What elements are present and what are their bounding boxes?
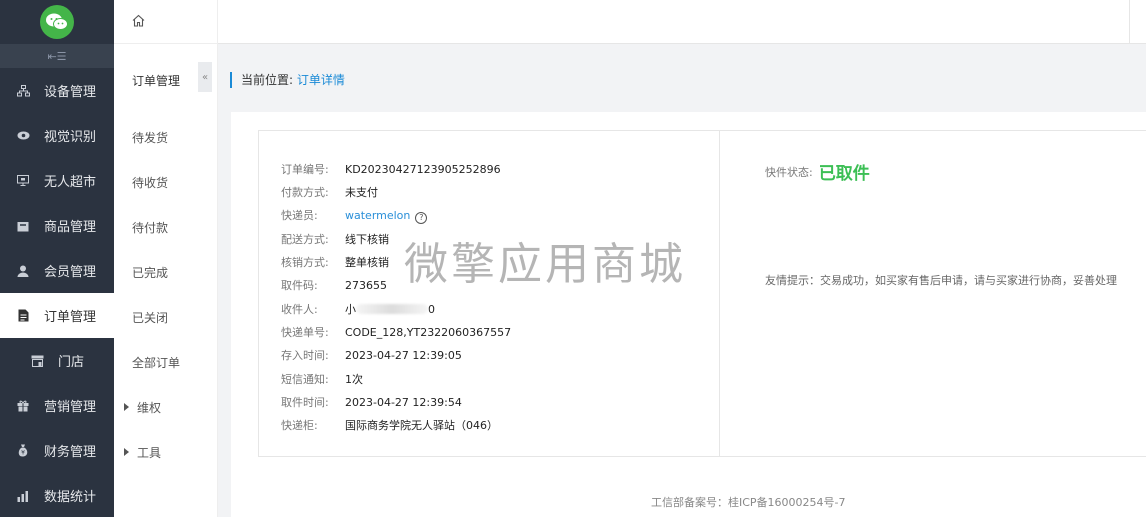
submenu-collapse-button[interactable]: « <box>198 62 212 92</box>
sidebar-item-label: 营销管理 <box>44 400 97 415</box>
sidebar-item-statistics[interactable]: 数据统计 <box>0 473 114 517</box>
panel-divider <box>719 131 720 456</box>
bar-chart-icon <box>16 489 30 503</box>
submenu-item-pending-receipt[interactable]: 待收货 <box>132 174 168 191</box>
submenu-item-closed[interactable]: 已关闭 <box>132 309 168 326</box>
home-button[interactable] <box>114 0 217 44</box>
courier-link[interactable]: watermelon <box>345 209 410 222</box>
field-verification-method: 核销方式: 整单核销 <box>281 256 389 269</box>
field-sms-notification: 短信通知: 1次 <box>281 373 363 386</box>
status-label: 快件状态: <box>765 165 813 179</box>
home-icon <box>132 14 145 30</box>
sidebar: ⇤☰ 设备管理 视觉识别 无人超市 商品管理 会员管理 订单管理 门店 营销管理… <box>0 0 114 517</box>
field-courier: 快递员: watermelon? <box>281 208 428 224</box>
sidebar-item-label: 商品管理 <box>44 220 97 235</box>
sidebar-item-members[interactable]: 会员管理 <box>0 248 114 293</box>
sidebar-item-label: 订单管理 <box>44 310 97 325</box>
breadcrumb-prefix: 当前位置: <box>241 73 294 87</box>
sidebar-item-orders[interactable]: 订单管理 <box>0 293 114 338</box>
redacted-text <box>356 304 428 314</box>
submenu-item-pending-payment[interactable]: 待付款 <box>132 219 168 236</box>
sidebar-item-device[interactable]: 设备管理 <box>0 68 114 113</box>
sidebar-item-store[interactable]: 门店 <box>0 338 114 383</box>
question-icon[interactable]: ? <box>415 212 428 224</box>
caret-right-icon <box>124 448 129 456</box>
caret-right-icon <box>124 403 129 411</box>
submenu-group-rights[interactable]: 维权 <box>124 399 161 416</box>
sidebar-item-label: 门店 <box>58 355 85 370</box>
submenu-item-pending-shipment[interactable]: 待发货 <box>132 129 168 146</box>
field-pickup-time: 取件时间: 2023-04-27 12:39:54 <box>281 396 462 409</box>
sidebar-item-finance[interactable]: ¥ 财务管理 <box>0 428 114 473</box>
money-bag-icon: ¥ <box>16 444 30 458</box>
friendly-tips: 友情提示：交易成功，如买家有售后申请，请与买家进行协商，妥善处理 <box>765 274 1117 287</box>
sidebar-item-label: 视觉识别 <box>44 130 97 145</box>
sidebar-item-label: 会员管理 <box>44 265 97 280</box>
submenu-title: 订单管理 <box>132 74 181 88</box>
sidebar-item-label: 无人超市 <box>44 175 97 190</box>
order-detail-card: 订单编号: KD20230427123905252896 付款方式: 未支付 快递员… <box>231 112 1146 517</box>
box-icon <box>16 219 30 233</box>
user-icon <box>16 264 30 278</box>
sidebar-item-unmanned-store[interactable]: 无人超市 <box>0 158 114 203</box>
breadcrumb-current-link[interactable]: 订单详情 <box>297 73 345 87</box>
device-icon <box>16 84 30 98</box>
sidebar-item-vision[interactable]: 视觉识别 <box>0 113 114 158</box>
svg-text:¥: ¥ <box>21 450 25 457</box>
parcel-status: 快件状态: 已取件 <box>765 159 870 184</box>
field-delivery-method: 配送方式: 线下核销 <box>281 233 389 246</box>
menu-collapse-icon[interactable]: ⇤☰ <box>0 44 114 68</box>
submenu-group-label: 工具 <box>137 446 162 460</box>
logo-area <box>0 0 114 44</box>
sidebar-item-marketing[interactable]: 营销管理 <box>0 383 114 428</box>
wechat-logo-icon[interactable] <box>40 5 74 39</box>
field-order-number: 订单编号: KD20230427123905252896 <box>281 163 501 176</box>
secondary-menu: 订单管理 « 待发货 待收货 待付款 已完成 已关闭 全部订单 维权 工具 <box>114 0 218 517</box>
sidebar-item-label: 财务管理 <box>44 445 97 460</box>
field-tracking-number: 快递单号: CODE_128,YT2322060367557 <box>281 326 512 339</box>
field-pickup-code: 取件码: 273655 <box>281 279 387 292</box>
submenu-group-tools[interactable]: 工具 <box>124 444 161 461</box>
sidebar-item-products[interactable]: 商品管理 <box>0 203 114 248</box>
sidebar-item-label: 数据统计 <box>44 490 97 505</box>
gift-icon <box>16 399 30 413</box>
breadcrumb: 当前位置: 订单详情 <box>230 72 345 88</box>
field-stored-time: 存入时间: 2023-04-27 12:39:05 <box>281 349 462 362</box>
submenu-item-completed[interactable]: 已完成 <box>132 264 168 281</box>
footer-icp[interactable]: 工信部备案号：桂ICP备16000254号-7 <box>651 494 846 510</box>
field-locker: 快递柜: 国际商务学院无人驿站（046） <box>281 419 498 432</box>
eye-icon <box>16 129 30 143</box>
topbar-divider <box>1129 0 1130 44</box>
store-icon <box>30 354 44 368</box>
order-detail-panel: 订单编号: KD20230427123905252896 付款方式: 未支付 快递员… <box>258 130 1146 457</box>
monitor-icon <box>16 174 30 188</box>
top-bar <box>218 0 1146 44</box>
field-payment-method: 付款方式: 未支付 <box>281 186 378 199</box>
sidebar-item-label: 设备管理 <box>44 85 97 100</box>
field-recipient: 收件人: 小 0 <box>281 303 435 316</box>
submenu-item-all-orders[interactable]: 全部订单 <box>132 354 180 371</box>
document-icon <box>16 309 30 323</box>
status-badge: 已取件 <box>818 164 870 184</box>
submenu-group-label: 维权 <box>137 401 162 415</box>
